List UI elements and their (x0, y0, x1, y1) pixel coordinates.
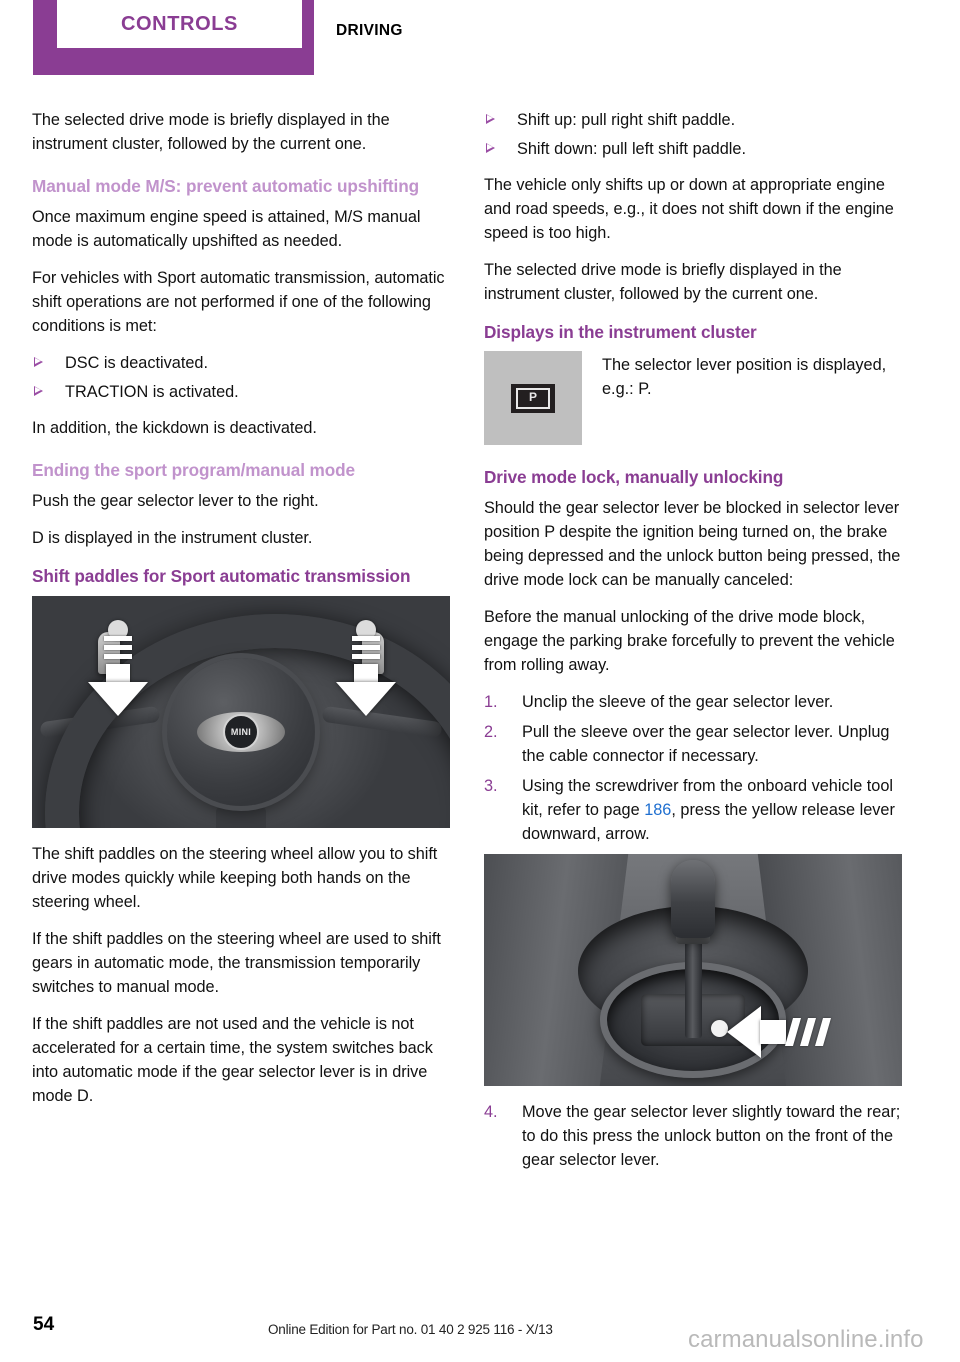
list-item: 2. Pull the sleeve over the gear selecto… (484, 720, 902, 768)
arrow-down-left-icon (86, 618, 148, 728)
step-number: 1. (484, 693, 498, 711)
list-item-label: TRACTION is activated. (65, 383, 239, 401)
unlock-steps-list-continued: 4. Move the gear selector lever slightly… (484, 1100, 902, 1172)
list-item: 1. Unclip the sleeve of the gear selecto… (484, 690, 902, 714)
heading-shift-paddles: Shift paddles for Sport automatic transm… (32, 566, 411, 586)
step-number: 3. (484, 777, 498, 795)
paragraph-manual-mode-1: Once maximum engine speed is attained, M… (32, 208, 421, 250)
paragraph-paddles-1: The shift paddles on the steering wheel … (32, 845, 438, 911)
paragraph-vehicle-speed: The vehicle only shifts up or down at ap… (484, 176, 894, 242)
site-watermark: carmanualsonline.info (688, 1326, 924, 1353)
park-indicator-label: P (516, 388, 550, 409)
mini-logo-label: MINI (223, 714, 259, 750)
step-number: 4. (484, 1103, 498, 1121)
tab-driving[interactable]: DRIVING (336, 22, 403, 40)
paragraph-kickdown: In addition, the kickdown is deactivated… (32, 419, 317, 437)
arrow-motion-bars (104, 636, 132, 666)
arrow-tip (727, 1006, 761, 1058)
step-text: Move the gear selector lever slightly to… (522, 1103, 901, 1169)
page-header: CONTROLS DRIVING (0, 0, 960, 92)
list-item-label: Shift down: pull left shift paddle. (517, 140, 746, 158)
paragraph-drive-mode: The selected drive mode is briefly displ… (484, 261, 842, 303)
mini-logo-icon: MINI (197, 712, 285, 752)
list-item: 3. Using the screwdriver from the onboar… (484, 774, 902, 846)
shift-directions-list: Shift up: pull right shift paddle. Shift… (484, 108, 902, 161)
conditions-list: DSC is deactivated. TRACTION is activate… (32, 351, 450, 404)
page-reference-link[interactable]: 186 (644, 801, 671, 819)
paragraph-lock-1: Should the gear selector lever be blocke… (484, 499, 901, 589)
paragraph-intro: The selected drive mode is briefly displ… (32, 111, 390, 153)
step-text: Unclip the sleeve of the gear selector l… (522, 693, 834, 711)
arrow-tip (336, 682, 396, 716)
manual-page: CONTROLS DRIVING The selected drive mode… (0, 0, 960, 1362)
list-item: DSC is deactivated. (32, 351, 450, 375)
arrow-motion-bars (784, 1018, 839, 1046)
steering-wheel-spoke (216, 806, 266, 828)
figure-gear-selector-lever (484, 854, 902, 1086)
arrow-shaft (760, 1020, 786, 1044)
right-column: Shift up: pull right shift paddle. Shift… (484, 108, 902, 1178)
steering-wheel-hub: MINI (167, 658, 315, 806)
arrow-tip (88, 682, 148, 716)
figure-selector-position: P The selector lever position is display… (484, 351, 902, 445)
list-item: Shift up: pull right shift paddle. (484, 108, 902, 132)
left-column: The selected drive mode is briefly displ… (32, 108, 450, 1108)
page-number: 54 (33, 1314, 55, 1335)
list-item: TRACTION is activated. (32, 380, 450, 404)
triangle-bullet-icon (486, 114, 495, 124)
selector-position-caption: The selector lever position is displayed… (602, 356, 887, 398)
triangle-bullet-icon (486, 143, 495, 153)
tab-controls-inner: CONTROLS (57, 0, 302, 48)
paragraph-paddles-2: If the shift paddles on the steering whe… (32, 930, 441, 996)
photo-gear-selector-lever (484, 854, 902, 1086)
arrow-left-icon (727, 1006, 877, 1058)
lever-knob (671, 860, 715, 938)
photo-steering-wheel: MINI (32, 596, 450, 828)
tab-controls[interactable]: CONTROLS (33, 0, 314, 75)
arrow-down-right-icon (334, 618, 396, 728)
heading-drive-mode-lock: Drive mode lock, manually unlocking (484, 467, 784, 487)
lever-shaft (685, 928, 702, 1038)
arrow-motion-bars (352, 636, 380, 666)
instrument-cluster-tile: P (484, 351, 582, 445)
release-lever-marker (711, 1020, 728, 1037)
step-number: 2. (484, 723, 498, 741)
step-text: Pull the sleeve over the gear selector l… (522, 723, 890, 765)
edition-note: Online Edition for Part no. 01 40 2 925 … (268, 1322, 553, 1337)
heading-ending-sport-program: Ending the sport program/manual mode (32, 460, 355, 480)
heading-manual-mode: Manual mode M/S: prevent automatic upshi… (32, 176, 420, 196)
paragraph-ending-1: Push the gear selector lever to the righ… (32, 492, 319, 510)
list-item-label: Shift up: pull right shift paddle. (517, 111, 736, 129)
arrow-shaft (106, 664, 130, 684)
paragraph-ending-2: D is displayed in the instrument cluster… (32, 529, 313, 547)
heading-displays-instrument-cluster: Displays in the instrument cluster (484, 322, 757, 342)
arrow-shaft (354, 664, 378, 684)
paragraph-paddles-3: If the shift paddles are not used and th… (32, 1015, 433, 1105)
triangle-bullet-icon (34, 386, 43, 396)
tab-controls-label: CONTROLS (120, 12, 239, 35)
unlock-steps-list: 1. Unclip the sleeve of the gear selecto… (484, 690, 902, 846)
list-item: 4. Move the gear selector lever slightly… (484, 1100, 902, 1172)
list-item-label: DSC is deactivated. (65, 354, 208, 372)
park-indicator-icon: P (511, 384, 555, 413)
list-item: Shift down: pull left shift paddle. (484, 137, 902, 161)
triangle-bullet-icon (34, 357, 43, 367)
paragraph-lock-2: Before the manual unlocking of the drive… (484, 608, 895, 674)
paragraph-manual-mode-2: For vehicles with Sport automatic transm… (32, 269, 445, 335)
figure-steering-wheel: MINI (32, 596, 450, 828)
